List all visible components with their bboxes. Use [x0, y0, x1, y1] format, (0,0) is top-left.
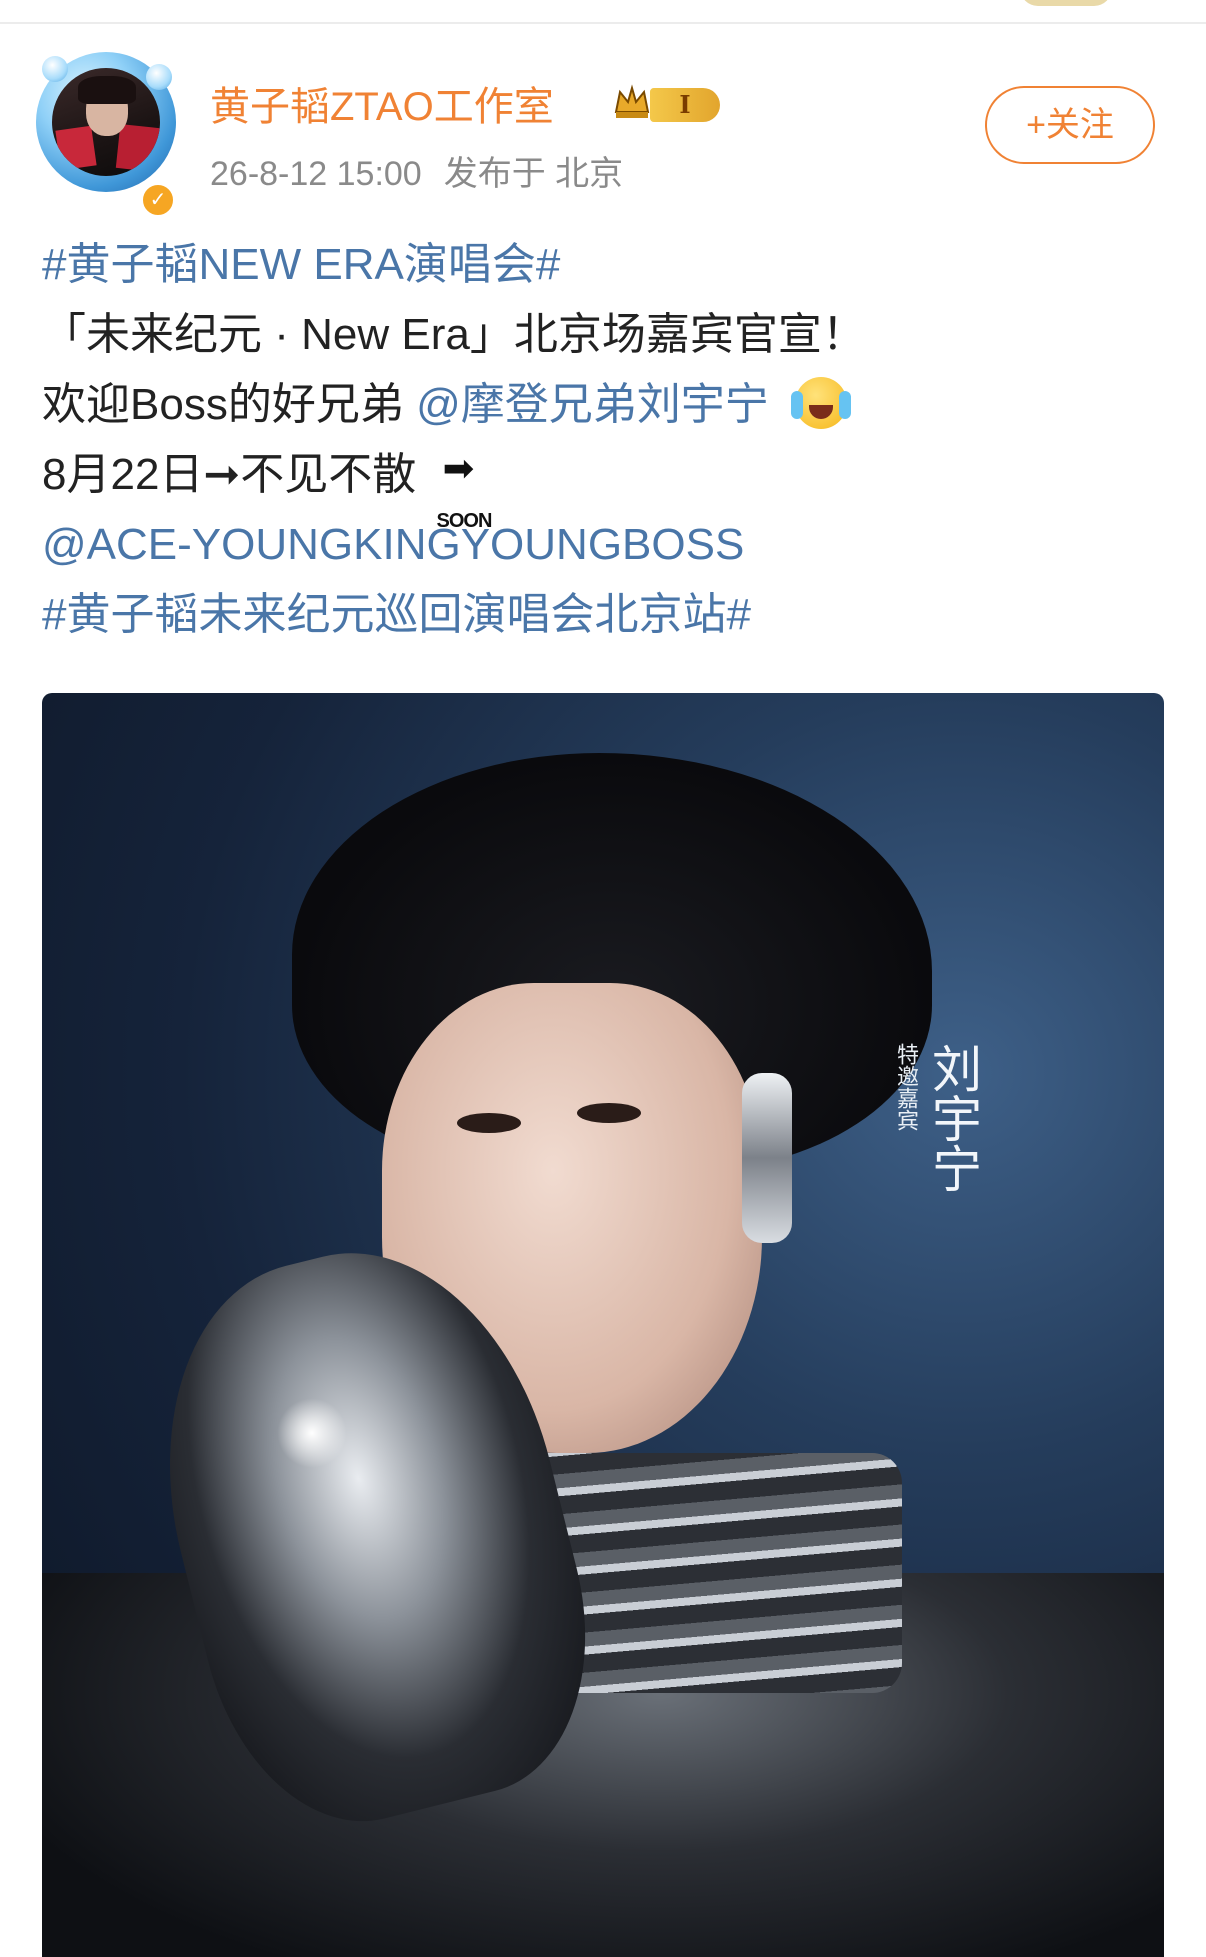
post-meta: 26-8-12 15:00 发布于 北京	[210, 146, 623, 195]
soon-arrow-icon: ➡ SOON	[435, 448, 499, 532]
avatar-image	[52, 68, 160, 176]
mention-link[interactable]: @ACE-YOUNGKINGYOUNGBOSS	[42, 520, 744, 569]
image-eye	[577, 1103, 641, 1123]
emoji-mouth	[808, 405, 833, 420]
crying-laughing-emoji-icon	[790, 377, 851, 430]
post-text-span: 8月22日➞不见不散	[42, 450, 417, 499]
image-sparkle	[277, 1398, 347, 1468]
avatar-prop-right	[115, 124, 160, 172]
avatar-prop-left	[55, 125, 97, 171]
image-eye	[457, 1113, 521, 1133]
post-text-span: 欢迎Boss的好兄弟	[42, 380, 404, 429]
avatar-hair	[78, 76, 136, 104]
guest-name: 刘宇宁	[925, 1043, 981, 1193]
hashtag-link[interactable]: #黄子韬NEW ERA演唱会#	[42, 240, 560, 289]
avatar[interactable]: ✓	[36, 52, 176, 218]
post-image[interactable]: 特邀嘉宾 刘宇宁	[42, 693, 1164, 1957]
post-location: 发布于 北京	[443, 155, 624, 193]
follow-button[interactable]: +关注	[985, 86, 1155, 164]
mention-link[interactable]: @摩登兄弟刘宇宁	[416, 380, 769, 429]
soon-arrow: ➡	[442, 448, 475, 490]
verified-icon: ✓	[140, 182, 176, 218]
post-line: #黄子韬未来纪元巡回演唱会北京站#	[42, 580, 1172, 650]
top-badge-decoration	[1020, 0, 1112, 6]
post-line: 欢迎Boss的好兄弟 @摩登兄弟刘宇宁	[42, 370, 1172, 440]
post-line: #黄子韬NEW ERA演唱会#	[42, 230, 1172, 300]
author-name[interactable]: 黄子韬ZTAO工作室	[210, 82, 554, 132]
hashtag-link[interactable]: #黄子韬未来纪元巡回演唱会北京站#	[42, 590, 751, 639]
top-divider	[0, 22, 1206, 24]
post-time: 26-8-12 15:00	[210, 155, 422, 193]
post-line: @ACE-YOUNGKINGYOUNGBOSS	[42, 510, 1172, 580]
post-line: 8月22日➞不见不散 ➡ SOON	[42, 440, 1172, 532]
post-line: 「未来纪元 · New Era」北京场嘉宾官宣！	[42, 310, 866, 359]
emoji-tear	[790, 391, 803, 420]
image-earring	[742, 1073, 792, 1243]
vip-level-badge[interactable]: I	[650, 88, 720, 122]
emoji-tear	[838, 391, 851, 420]
soon-text: SOON	[436, 510, 493, 532]
crown-icon	[614, 84, 650, 118]
weibo-post-card: ✓ 黄子韬ZTAO工作室 I 26-8-12 15:00 发布于 北京 +关注 #…	[0, 0, 1206, 1957]
guest-label: 特邀嘉宾	[894, 1043, 919, 1131]
post-text: #黄子韬NEW ERA演唱会# 「未来纪元 · New Era」北京场嘉宾官宣！…	[42, 230, 1172, 650]
